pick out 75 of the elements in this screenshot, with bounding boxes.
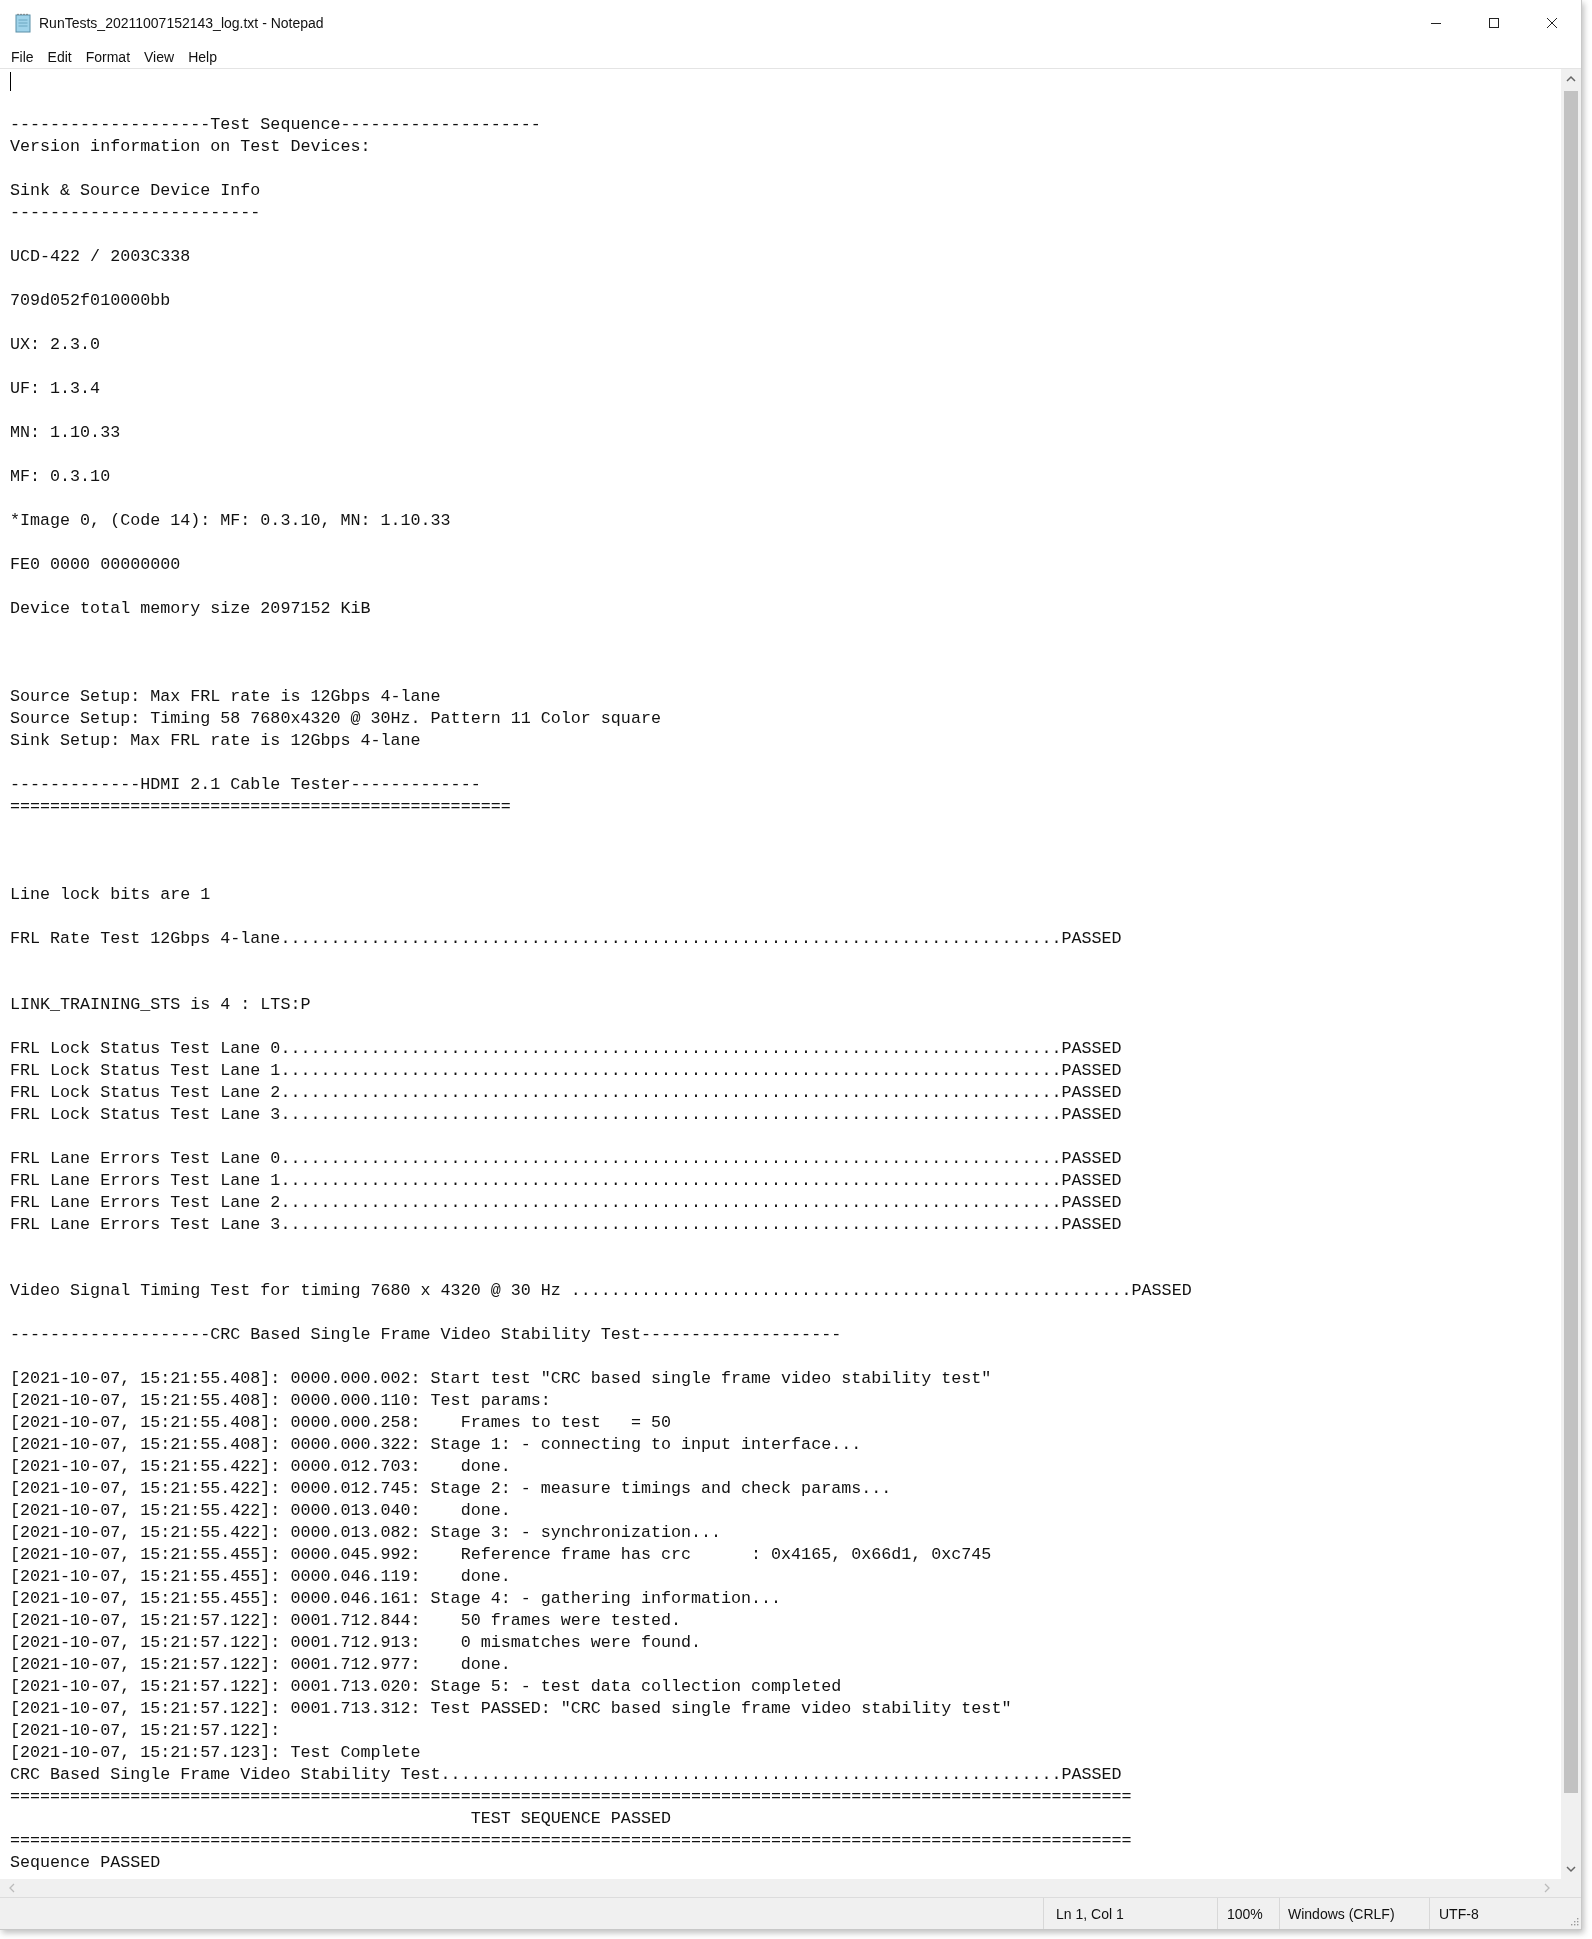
text-line: FRL Lock Status Test Lane 3..............................................................................PASSED (10, 1104, 1122, 1126)
menu-item[interactable]: Help (181, 48, 224, 66)
scroll-left-icon[interactable] (8, 1883, 16, 1893)
text-line: [2021-10-07, 15:21:55.422]: 0000.012.745: Stage 2: - measure timings and check params... (10, 1478, 892, 1500)
text-line: Sink Setup: Max FRL rate is 12Gbps 4-lane (10, 730, 421, 752)
text-line: [2021-10-07, 15:21:55.408]: 0000.000.002: Start test "CRC based single frame video stability test" (10, 1368, 992, 1390)
text-line: [2021-10-07, 15:21:57.123]: Test Complete (10, 1742, 421, 1764)
text-line: Sequence PASSED (10, 1852, 161, 1874)
text-line: FRL Lock Status Test Lane 1..............................................................................PASSED (10, 1060, 1122, 1082)
text-line: [2021-10-07, 15:21:55.408]: 0000.000.110: Test params: (10, 1390, 551, 1412)
text-line: MF: 0.3.10 (10, 466, 111, 488)
text-line: Source Setup: Timing 58 7680x4320 @ 30Hz. Pattern 11 Color square (10, 708, 661, 730)
cursor-position: Ln 1, Col 1 (1056, 1905, 1124, 1922)
text-line: [2021-10-07, 15:21:55.408]: 0000.000.258: Frames to test = 50 (10, 1412, 671, 1434)
text-line: FRL Rate Test 12Gbps 4-lane..............................................................................PASSED (10, 928, 1122, 950)
text-line: FRL Lane Errors Test Lane 3..............................................................................PASSED (10, 1214, 1122, 1236)
text-line: LINK_TRAINING_STS is 4 : LTS:P (10, 994, 311, 1016)
text-line: *Image 0, (Code 14): MF: 0.3.10, MN: 1.10.33 (10, 510, 451, 532)
text-line: [2021-10-07, 15:21:55.455]: 0000.046.119: done. (10, 1566, 511, 1588)
scrollbar-thumb[interactable] (1564, 91, 1578, 1793)
text-line: Device total memory size 2097152 KiB (10, 598, 371, 620)
scroll-right-icon[interactable] (1543, 1883, 1551, 1893)
text-line: [2021-10-07, 15:21:57.122]: 0001.713.312: Test PASSED: "CRC based single frame video stability test" (10, 1698, 1012, 1720)
menu-item[interactable]: Format (78, 48, 138, 66)
text-line: Source Setup: Max FRL rate is 12Gbps 4-lane (10, 686, 441, 708)
text-line: [2021-10-07, 15:21:57.122]: (10, 1720, 281, 1742)
text-line: Video Signal Timing Test for timing 7680 x 4320 @ 30 Hz ........................................................PASSED (10, 1280, 1192, 1302)
text-line: FRL Lane Errors Test Lane 0..............................................................................PASSED (10, 1148, 1122, 1170)
menu-item[interactable]: Edit (40, 48, 79, 66)
text-line: MN: 1.10.33 (10, 422, 121, 444)
encoding-label: UTF-8 (1439, 1905, 1479, 1922)
menu-item[interactable]: File (4, 48, 41, 66)
text-line: TEST SEQUENCE PASSED (469, 1808, 671, 1830)
text-line: UX: 2.3.0 (10, 334, 101, 356)
text-line: --------------------CRC Based Single Frame Video Stability Test-------------------- (10, 1324, 842, 1346)
scroll-up-icon[interactable] (1566, 75, 1576, 83)
text-line: [2021-10-07, 15:21:55.455]: 0000.045.992: Reference frame has crc : 0x4165, 0x66d1, 0xc745 (10, 1544, 992, 1566)
resize-grip-icon[interactable] (1569, 1916, 1579, 1926)
text-line: [2021-10-07, 15:21:57.122]: 0001.712.844: 50 frames were tested. (10, 1610, 681, 1632)
text-line: ================================================================================================================ (10, 1830, 1132, 1852)
text-line: [2021-10-07, 15:21:57.122]: 0001.712.913: 0 mismatches were found. (10, 1632, 701, 1654)
text-line: [2021-10-07, 15:21:57.122]: 0001.712.977: done. (10, 1654, 511, 1676)
line-ending: Windows (CRLF) (1288, 1905, 1395, 1922)
text-line: FRL Lock Status Test Lane 0..............................................................................PASSED (10, 1038, 1122, 1060)
zoom-level: 100% (1227, 1905, 1263, 1922)
text-line: FRL Lane Errors Test Lane 2..............................................................................PASSED (10, 1192, 1122, 1214)
text-line: [2021-10-07, 15:21:55.422]: 0000.013.040: done. (10, 1500, 511, 1522)
text-line: -------------HDMI 2.1 Cable Tester------------- (10, 774, 481, 796)
menu-item[interactable]: View (137, 48, 182, 66)
text-line: [2021-10-07, 15:21:57.122]: 0001.713.020: Stage 5: - test data collection completed (10, 1676, 842, 1698)
window-title: RunTests_20211007152143_log.txt - Notepad (39, 15, 324, 31)
text-line: UF: 1.3.4 (10, 378, 101, 400)
text-line: FE0 0000 00000000 (10, 554, 181, 576)
text-line: FRL Lock Status Test Lane 2..............................................................................PASSED (10, 1082, 1122, 1104)
text-line: Line lock bits are 1 (10, 884, 211, 906)
text-line: [2021-10-07, 15:21:55.455]: 0000.046.161: Stage 4: - gathering information... (10, 1588, 782, 1610)
horizontal-scrollbar[interactable] (0, 1879, 1581, 1898)
text-line: CRC Based Single Frame Video Stability Test..............................................................PASSED (10, 1764, 1122, 1786)
text-line: FRL Lane Errors Test Lane 1..............................................................................PASSED (10, 1170, 1122, 1192)
close-icon[interactable] (1546, 17, 1558, 29)
text-line: [2021-10-07, 15:21:55.408]: 0000.000.322: Stage 1: - connecting to input interface... (10, 1434, 862, 1456)
text-line: ================================================== (10, 796, 511, 818)
text-line: UCD-422 / 2003C338 (10, 246, 191, 268)
text-line: ------------------------- (10, 202, 261, 224)
text-line: --------------------Test Sequence-------------------- (10, 114, 541, 136)
text-line: Version information on Test Devices: (10, 136, 371, 158)
text-line: [2021-10-07, 15:21:55.422]: 0000.013.082: Stage 3: - synchronization... (10, 1522, 721, 1544)
notepad-icon (14, 13, 32, 33)
text-line: ================================================================================================================ (10, 1786, 1132, 1808)
scroll-down-icon[interactable] (1566, 1865, 1576, 1873)
text-line: 709d052f010000bb (10, 290, 171, 312)
maximize-icon[interactable] (1488, 17, 1500, 29)
vertical-scrollbar[interactable] (1561, 69, 1581, 1879)
text-line: Sink & Source Device Info (10, 180, 261, 202)
text-line: [2021-10-07, 15:21:55.422]: 0000.012.703: done. (10, 1456, 511, 1478)
